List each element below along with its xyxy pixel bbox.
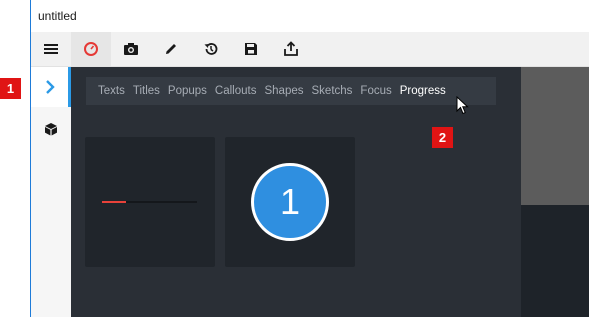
step-badge-template-card[interactable]: 1 <box>225 137 355 267</box>
tab-focus[interactable]: Focus <box>360 85 391 97</box>
camera-icon <box>124 43 138 55</box>
toolbar <box>31 32 589 67</box>
mouse-cursor-icon <box>456 96 469 115</box>
sidebar-item-objects[interactable] <box>31 109 71 149</box>
cube-icon <box>45 123 57 136</box>
tab-callouts[interactable]: Callouts <box>215 85 257 97</box>
tab-shapes[interactable]: Shapes <box>264 85 303 97</box>
save-icon <box>245 43 257 55</box>
sidebar-item-expand[interactable] <box>31 67 71 107</box>
tab-popups[interactable]: Popups <box>168 85 207 97</box>
record-button[interactable] <box>71 32 111 66</box>
save-button[interactable] <box>231 32 271 66</box>
step-number-badge: 1 <box>251 163 329 241</box>
sidebar <box>31 67 71 317</box>
tab-sketchs[interactable]: Sketchs <box>312 85 353 97</box>
category-tabs: Texts Titles Popups Callouts Shapes Sket… <box>86 77 496 105</box>
window-title: untitled <box>38 9 77 23</box>
progress-bar-template-card[interactable] <box>85 137 215 267</box>
tab-texts[interactable]: Texts <box>98 85 125 97</box>
menu-button[interactable] <box>31 32 71 66</box>
preview-panel-top <box>521 67 589 205</box>
menu-icon <box>44 44 58 54</box>
callout-marker-2: 2 <box>432 127 453 148</box>
progress-bar-track <box>102 201 197 203</box>
record-icon <box>84 42 98 56</box>
tab-titles[interactable]: Titles <box>133 85 160 97</box>
step-number: 1 <box>279 181 301 222</box>
pencil-icon <box>166 44 176 54</box>
history-icon <box>204 43 218 55</box>
share-button[interactable] <box>271 32 311 66</box>
share-icon <box>284 41 298 56</box>
progress-bar-fill <box>102 201 126 203</box>
draw-button[interactable] <box>151 32 191 66</box>
content-panel: Texts Titles Popups Callouts Shapes Sket… <box>71 67 521 317</box>
screenshot-button[interactable] <box>111 32 151 66</box>
history-button[interactable] <box>191 32 231 66</box>
chevron-right-icon <box>45 80 55 94</box>
callout-marker-1: 1 <box>0 78 21 99</box>
tab-progress[interactable]: Progress <box>400 85 446 97</box>
title-bar: untitled <box>31 0 589 32</box>
preview-panel-bottom <box>521 205 589 317</box>
